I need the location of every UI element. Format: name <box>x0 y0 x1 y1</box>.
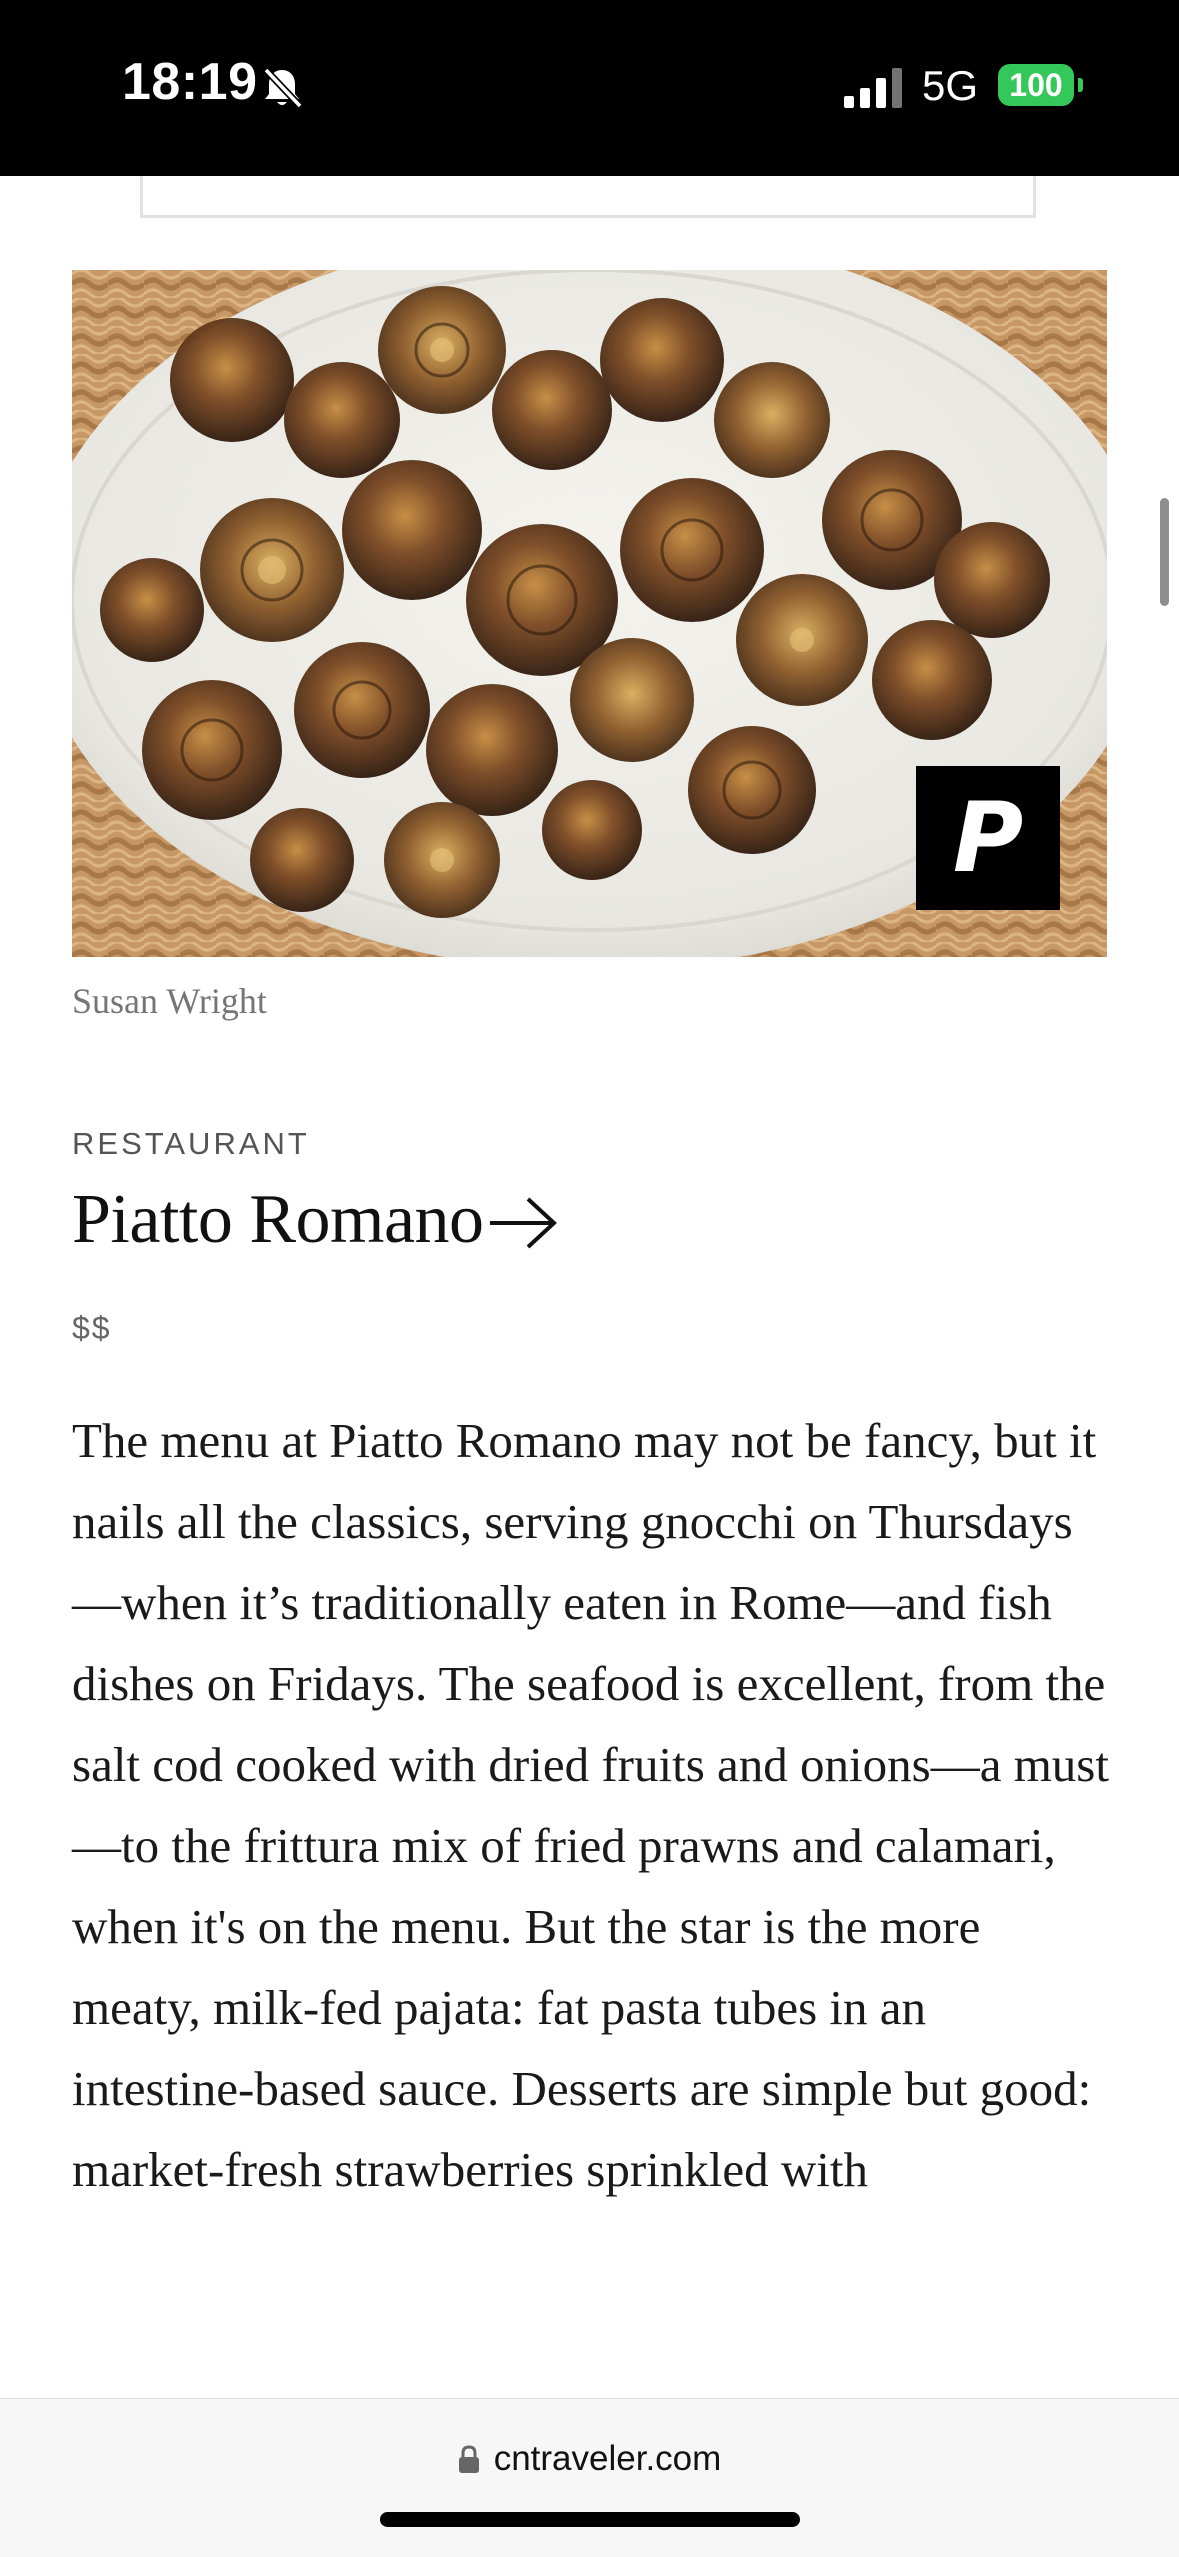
listing-title[interactable]: Piatto Romano <box>72 1180 484 1260</box>
browser-address-bar[interactable]: cntraveler.com <box>0 2398 1179 2557</box>
arrow-right-icon[interactable] <box>488 1195 560 1251</box>
listing-category: RESTAURANT <box>72 1126 310 1161</box>
url-text[interactable]: cntraveler.com <box>494 2439 722 2479</box>
pinterest-icon: P <box>952 782 1024 894</box>
battery-icon: 100 <box>998 64 1074 106</box>
listing-description: The menu at Piatto Romano may not be fan… <box>72 1413 1109 2197</box>
price-level: $$ <box>72 1310 112 1346</box>
status-time: 18:19 <box>122 53 258 111</box>
bell-slash-icon <box>263 67 303 109</box>
pinterest-save-button[interactable]: P <box>916 766 1060 910</box>
photo-credit: Susan Wright <box>72 981 267 1021</box>
listing-title-link[interactable]: Piatto Romano <box>72 1180 560 1260</box>
lock-icon <box>458 2445 479 2473</box>
status-bar: 18:19 5G 100 <box>0 0 1179 176</box>
network-label: 5G <box>922 62 979 109</box>
home-indicator[interactable] <box>380 2512 800 2527</box>
url-row[interactable]: cntraveler.com <box>0 2439 1179 2479</box>
scroll-indicator[interactable] <box>1160 498 1169 606</box>
battery-tip <box>1078 78 1083 92</box>
previous-card-border <box>140 176 1036 218</box>
signal-icon <box>844 68 902 108</box>
